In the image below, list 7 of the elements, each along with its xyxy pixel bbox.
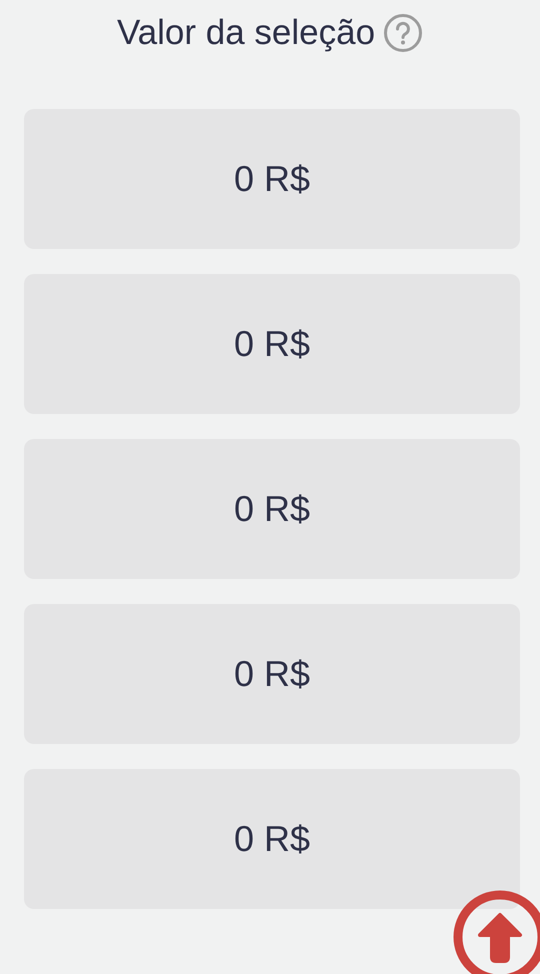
- value-card: 0 R$: [24, 274, 520, 414]
- value-card: 0 R$: [24, 604, 520, 744]
- section-title: Valor da seleção: [116, 12, 376, 54]
- value-card: 0 R$: [24, 769, 520, 909]
- value-card: 0 R$: [24, 439, 520, 579]
- value-card: 0 R$: [24, 109, 520, 249]
- help-icon[interactable]: [383, 13, 424, 53]
